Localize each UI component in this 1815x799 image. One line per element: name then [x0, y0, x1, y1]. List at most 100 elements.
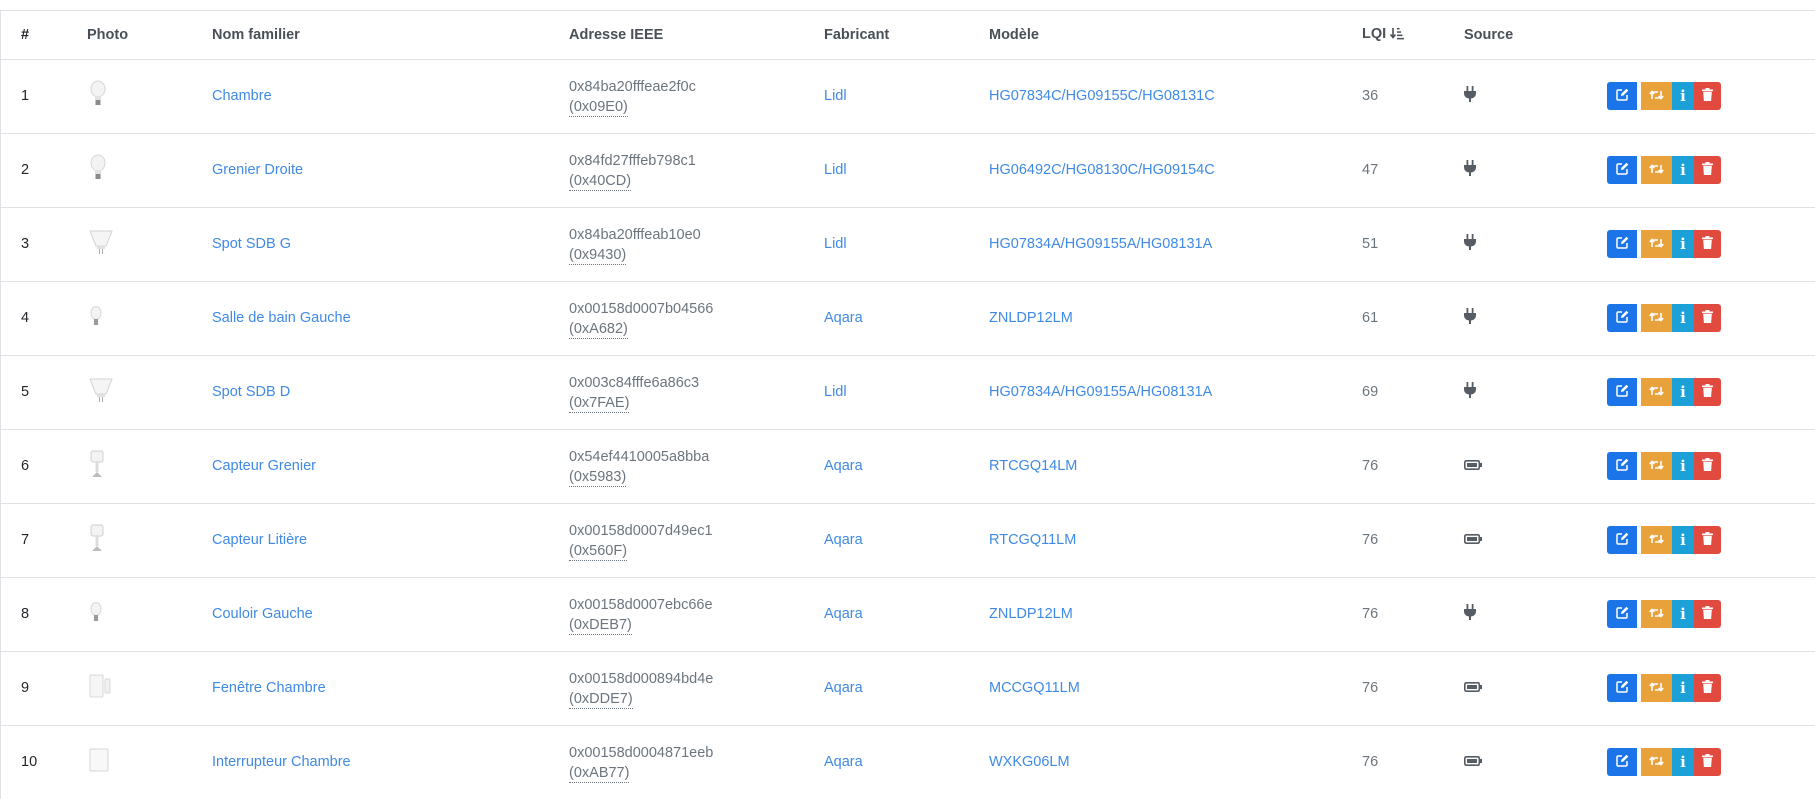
rename-button[interactable] — [1641, 748, 1672, 777]
edit-button[interactable] — [1607, 674, 1637, 702]
edit-button[interactable] — [1607, 230, 1637, 258]
delete-button[interactable] — [1694, 156, 1721, 184]
delete-button[interactable] — [1694, 230, 1721, 258]
lqi-value: 76 — [1362, 754, 1379, 771]
device-name-link[interactable]: Chambre — [212, 88, 272, 104]
manufacturer-link[interactable]: Lidl — [824, 162, 847, 178]
model-link[interactable]: ZNLDP12LM — [989, 310, 1073, 326]
trash-icon — [1702, 384, 1713, 400]
rename-button[interactable] — [1641, 452, 1672, 480]
device-name-link[interactable]: Couloir Gauche — [212, 606, 313, 622]
manufacturer-link[interactable]: Lidl — [824, 384, 847, 400]
rename-button[interactable] — [1641, 674, 1672, 702]
col-header-source[interactable]: Source — [1464, 11, 1607, 60]
model-link[interactable]: HG06492C/HG08130C/HG09154C — [989, 162, 1215, 178]
info-button[interactable]: i — [1672, 674, 1694, 702]
table-row: 3 Spot SDB G 0x84ba20fffeab10e0 (0x9430) … — [1, 206, 1815, 281]
manufacturer-link[interactable]: Aqara — [824, 680, 863, 696]
device-name-link[interactable]: Spot SDB G — [212, 236, 291, 252]
model-link[interactable]: RTCGQ14LM — [989, 458, 1077, 474]
edit-button[interactable] — [1607, 156, 1637, 184]
rename-button[interactable] — [1641, 82, 1672, 110]
delete-button[interactable] — [1694, 748, 1721, 777]
manufacturer-link[interactable]: Aqara — [824, 754, 863, 770]
device-name-link[interactable]: Capteur Litière — [212, 532, 307, 548]
device-photo[interactable] — [89, 674, 111, 702]
rename-button[interactable] — [1641, 378, 1672, 406]
row-source-cell — [1464, 58, 1607, 133]
row-manufacturer-cell: Aqara — [824, 280, 989, 355]
device-name-link[interactable]: Capteur Grenier — [212, 458, 316, 474]
rename-button[interactable] — [1641, 230, 1672, 258]
col-header-lqi[interactable]: LQI — [1362, 11, 1464, 60]
device-name-link[interactable]: Interrupteur Chambre — [212, 754, 351, 770]
manufacturer-link[interactable]: Lidl — [824, 236, 847, 252]
delete-button[interactable] — [1694, 674, 1721, 702]
info-button[interactable]: i — [1672, 304, 1694, 332]
col-header-num[interactable]: # — [1, 11, 87, 60]
edit-button[interactable] — [1607, 600, 1637, 628]
device-photo[interactable] — [89, 154, 107, 186]
device-photo[interactable] — [89, 80, 107, 112]
info-button[interactable]: i — [1672, 526, 1694, 554]
rename-button[interactable] — [1641, 600, 1672, 628]
info-button[interactable]: i — [1672, 378, 1694, 406]
info-button[interactable]: i — [1672, 452, 1694, 480]
device-name-link[interactable]: Fenêtre Chambre — [212, 680, 326, 696]
device-photo[interactable] — [89, 228, 113, 260]
delete-button[interactable] — [1694, 304, 1721, 332]
rename-button[interactable] — [1641, 156, 1672, 184]
col-header-model[interactable]: Modèle — [989, 11, 1362, 60]
model-link[interactable]: ZNLDP12LM — [989, 606, 1073, 622]
row-name-cell: Spot SDB D — [212, 354, 569, 429]
device-photo[interactable] — [89, 376, 113, 408]
model-link[interactable]: WXKG06LM — [989, 754, 1070, 770]
model-link[interactable]: HG07834A/HG09155A/HG08131A — [989, 236, 1212, 252]
trash-icon — [1702, 88, 1713, 104]
manufacturer-link[interactable]: Lidl — [824, 88, 847, 104]
manufacturer-link[interactable]: Aqara — [824, 532, 863, 548]
device-name-link[interactable]: Spot SDB D — [212, 384, 290, 400]
info-button[interactable]: i — [1672, 600, 1694, 628]
row-number: 5 — [1, 354, 87, 429]
device-photo[interactable] — [89, 601, 103, 627]
device-photo[interactable] — [89, 450, 105, 482]
edit-button[interactable] — [1607, 452, 1637, 480]
model-link[interactable]: RTCGQ11LM — [989, 532, 1076, 548]
device-name-link[interactable]: Salle de bain Gauche — [212, 310, 351, 326]
col-header-ieee[interactable]: Adresse IEEE — [569, 11, 824, 60]
manufacturer-link[interactable]: Aqara — [824, 606, 863, 622]
manufacturer-link[interactable]: Aqara — [824, 458, 863, 474]
edit-button[interactable] — [1607, 82, 1637, 110]
edit-button[interactable] — [1607, 304, 1637, 332]
model-link[interactable]: HG07834A/HG09155A/HG08131A — [989, 384, 1212, 400]
rename-button[interactable] — [1641, 304, 1672, 332]
delete-button[interactable] — [1694, 452, 1721, 480]
edit-button[interactable] — [1607, 526, 1637, 554]
row-manufacturer-cell: Aqara — [824, 724, 989, 799]
col-header-manufacturer[interactable]: Fabricant — [824, 11, 989, 60]
device-photo[interactable] — [89, 748, 109, 776]
delete-button[interactable] — [1694, 82, 1721, 110]
edit-button[interactable] — [1607, 378, 1637, 406]
edit-button[interactable] — [1607, 748, 1637, 777]
rename-button[interactable] — [1641, 526, 1672, 554]
delete-button[interactable] — [1694, 526, 1721, 554]
row-actions-cell: i — [1607, 724, 1815, 799]
info-button[interactable]: i — [1672, 82, 1694, 110]
model-link[interactable]: HG07834C/HG09155C/HG08131C — [989, 88, 1215, 104]
delete-button[interactable] — [1694, 600, 1721, 628]
device-photo[interactable] — [89, 524, 105, 556]
delete-button[interactable] — [1694, 378, 1721, 406]
table-row: 7 Capteur Litière 0x00158d0007d49ec1 (0x5… — [1, 502, 1815, 577]
info-button[interactable]: i — [1672, 748, 1694, 777]
row-name-cell: Interrupteur Chambre — [212, 724, 569, 799]
col-header-name[interactable]: Nom familier — [212, 11, 569, 60]
manufacturer-link[interactable]: Aqara — [824, 310, 863, 326]
sort-ascending-icon[interactable] — [1390, 27, 1405, 44]
info-button[interactable]: i — [1672, 156, 1694, 184]
device-photo[interactable] — [89, 305, 103, 331]
info-button[interactable]: i — [1672, 230, 1694, 258]
model-link[interactable]: MCCGQ11LM — [989, 680, 1080, 696]
device-name-link[interactable]: Grenier Droite — [212, 162, 303, 178]
